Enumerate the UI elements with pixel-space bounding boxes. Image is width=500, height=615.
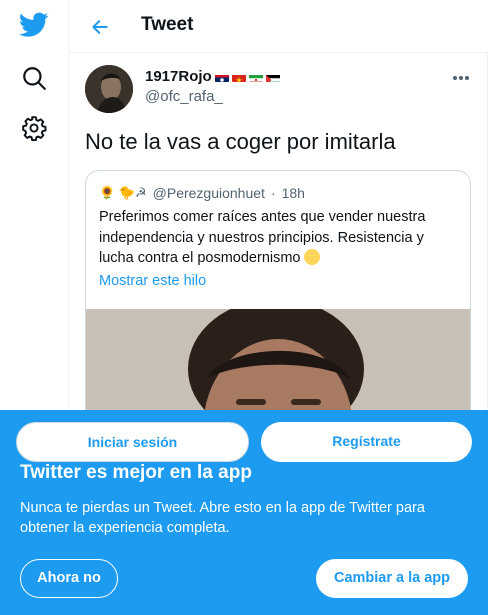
vietnam-flag-icon [231, 72, 246, 82]
search-icon[interactable] [18, 62, 50, 94]
quoted-tweet-header: 🌻 🐤☭ @Perezguionhuet · 18h [99, 183, 305, 203]
quoted-time[interactable]: 18h [282, 185, 305, 201]
more-horizontal-icon[interactable] [447, 66, 475, 90]
quoted-tweet-text-body: Preferimos comer raíces antes que vender… [99, 209, 426, 266]
show-thread-link[interactable]: Mostrar este hilo [99, 273, 206, 289]
arrow-left-icon[interactable] [86, 13, 114, 41]
raised-fist-emoji-icon [303, 249, 320, 265]
quoted-author-emoji: 🌻 🐤☭ [99, 185, 147, 200]
quoted-tweet-text: Preferimos comer raíces antes que vender… [99, 207, 459, 269]
banner-subtitle: Nunca te pierdas un Tweet. Abre esto en … [20, 500, 425, 536]
iran-flag-icon [248, 72, 263, 82]
quoted-separator: · [270, 185, 276, 201]
gear-icon[interactable] [18, 112, 50, 144]
twitter-bird-icon[interactable] [18, 9, 50, 41]
tweet-text: No te la vas a coger por imitarla [85, 129, 396, 154]
quoted-author-handle[interactable]: @Perezguionhuet [153, 185, 265, 201]
login-button[interactable]: Iniciar sesión [16, 422, 249, 462]
author-handle[interactable]: @ofc_rafa_ [145, 88, 223, 105]
switch-to-app-button[interactable]: Cambiar a la app [316, 559, 468, 598]
signup-button[interactable]: Regístrate [261, 422, 472, 462]
page-header: Tweet [69, 0, 488, 53]
banner-title: Twitter es mejor en la app [20, 462, 252, 483]
page-title: Tweet [141, 14, 194, 35]
avatar[interactable] [85, 65, 133, 113]
palestine-flag-icon [265, 72, 280, 82]
not-now-button[interactable]: Ahora no [20, 559, 118, 598]
author-name-text: 1917Rojo [145, 68, 212, 85]
author-name[interactable]: 1917Rojo [145, 68, 280, 85]
laos-flag-icon [214, 72, 229, 82]
